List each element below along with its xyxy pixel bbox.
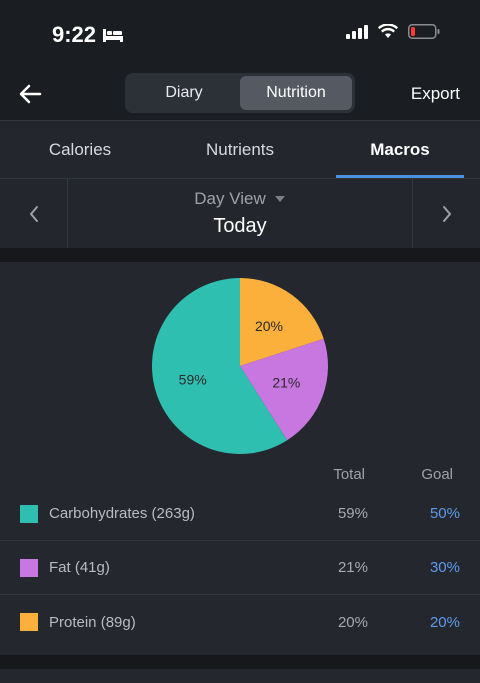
view-segmented-control: Diary Nutrition <box>125 73 355 113</box>
next-day-button[interactable] <box>412 179 480 248</box>
macro-row-fat[interactable]: Fat (41g) 21% 30% <box>0 541 480 595</box>
macro-row-carbohydrates[interactable]: Carbohydrates (263g) 59% 50% <box>0 487 480 541</box>
pie-label-protein: 20% <box>255 318 283 334</box>
macro-total: 20% <box>337 613 368 631</box>
macro-goal: 50% <box>429 505 460 522</box>
segment-nutrition[interactable]: Nutrition <box>240 76 352 110</box>
macro-total: 59% <box>337 505 368 522</box>
macro-label: Fat (41g) <box>49 559 110 576</box>
macro-label: Protein (89g) <box>49 613 136 631</box>
segment-diary[interactable]: Diary <box>128 76 240 110</box>
status-time: 9:22 <box>52 22 124 48</box>
total-column-header: Total <box>333 466 365 483</box>
cellular-signal-icon <box>346 24 368 39</box>
tab-nutrients[interactable]: Nutrients <box>160 121 320 178</box>
pie-chart-svg: 20% 21% 59% <box>152 278 328 454</box>
carbohydrates-color-swatch <box>20 504 38 523</box>
fat-color-swatch <box>20 558 38 577</box>
nutrition-tabs: Calories Nutrients Macros <box>0 120 480 178</box>
date-label: Today <box>213 215 267 237</box>
day-view-label: Day View <box>194 189 266 208</box>
tab-calories[interactable]: Calories <box>0 121 160 178</box>
day-display: Day View Today <box>68 179 412 248</box>
top-bar: Diary Nutrition Export <box>0 70 480 120</box>
caret-down-icon <box>274 196 285 202</box>
status-bar: 9:22 <box>0 0 480 70</box>
back-button[interactable] <box>16 80 44 108</box>
section-gap <box>0 248 480 262</box>
chevron-left-icon <box>29 205 38 222</box>
macro-pie-chart: 20% 21% 59% <box>150 276 330 456</box>
export-button[interactable]: Export <box>411 84 460 104</box>
protein-color-swatch <box>20 613 38 631</box>
bed-icon <box>103 29 124 42</box>
wifi-icon <box>378 24 398 38</box>
macro-goal: 20% <box>429 613 460 631</box>
macro-goal: 30% <box>429 559 460 576</box>
section-gap <box>0 655 480 669</box>
macro-label: Carbohydrates (263g) <box>49 505 195 522</box>
clock-text: 9:22 <box>52 22 97 47</box>
pie-label-carbohydrates: 59% <box>179 372 207 388</box>
status-icons <box>346 24 440 39</box>
tab-macros[interactable]: Macros <box>320 121 480 178</box>
pie-label-fat: 21% <box>272 375 300 391</box>
arrow-left-icon <box>19 84 42 104</box>
battery-icon <box>408 24 440 39</box>
macro-total: 21% <box>337 559 368 576</box>
chevron-right-icon <box>442 205 451 222</box>
macro-row-protein[interactable]: Protein (89g) 20% 20% <box>0 595 480 649</box>
previous-day-button[interactable] <box>0 179 68 248</box>
goal-column-header: Goal <box>421 466 453 483</box>
next-card-edge <box>0 669 480 683</box>
day-selector: Day View Today <box>0 178 480 248</box>
macros-card: 20% 21% 59% Total Goal Carbohydrates (263g… <box>0 262 480 655</box>
day-view-dropdown[interactable]: Day View <box>194 189 286 209</box>
